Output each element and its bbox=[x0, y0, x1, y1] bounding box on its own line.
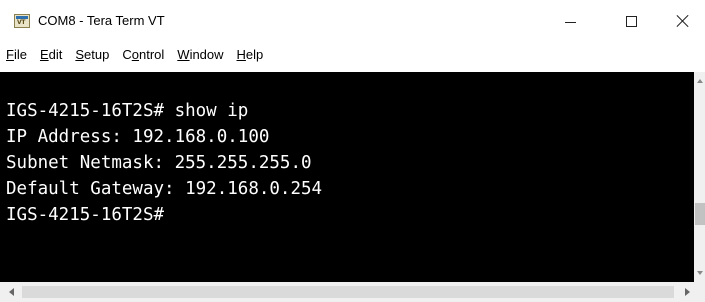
menu-control[interactable]: Control bbox=[122, 47, 164, 62]
terminal-line: Default Gateway: 192.168.0.254 bbox=[6, 179, 323, 199]
scroll-down-icon bbox=[696, 271, 703, 275]
terminal-prompt-line: IGS-4215-16T2S# bbox=[6, 205, 165, 225]
horizontal-scrollbar[interactable] bbox=[0, 282, 705, 302]
close-icon bbox=[677, 15, 689, 27]
menu-bar: File Edit Setup Control Window Help bbox=[0, 42, 705, 66]
scroll-left-button[interactable] bbox=[4, 282, 18, 302]
minimize-button[interactable] bbox=[547, 0, 593, 42]
title-bar[interactable]: VT COM8 - Tera Term VT bbox=[0, 0, 705, 42]
scroll-left-icon bbox=[8, 288, 14, 296]
menu-window[interactable]: Window bbox=[177, 47, 223, 62]
tera-term-icon[interactable]: VT bbox=[14, 14, 30, 28]
scroll-up-button[interactable] bbox=[694, 76, 705, 86]
horizontal-scroll-thumb[interactable] bbox=[22, 286, 674, 298]
maximize-button[interactable] bbox=[608, 0, 654, 42]
tera-term-window: VT COM8 - Tera Term VT File Edit Setup C… bbox=[0, 0, 705, 302]
vertical-scroll-thumb[interactable] bbox=[695, 203, 705, 225]
close-button[interactable] bbox=[660, 0, 705, 42]
menu-help[interactable]: Help bbox=[237, 47, 264, 62]
terminal-screen[interactable]: IGS-4215-16T2S# show ip IP Address: 192.… bbox=[0, 72, 694, 282]
terminal-line: IP Address: 192.168.0.100 bbox=[6, 127, 270, 147]
scroll-right-icon bbox=[684, 288, 690, 296]
terminal-output: IGS-4215-16T2S# show ip IP Address: 192.… bbox=[6, 98, 322, 228]
menu-file[interactable]: File bbox=[6, 47, 27, 62]
window-title: COM8 - Tera Term VT bbox=[38, 13, 165, 28]
scroll-down-button[interactable] bbox=[694, 268, 705, 278]
menu-setup[interactable]: Setup bbox=[75, 47, 109, 62]
maximize-icon bbox=[625, 15, 637, 27]
menu-edit[interactable]: Edit bbox=[40, 47, 62, 62]
scroll-right-button[interactable] bbox=[680, 282, 694, 302]
scroll-up-icon bbox=[696, 79, 703, 83]
vertical-scrollbar[interactable] bbox=[694, 72, 705, 282]
minimize-icon bbox=[564, 21, 576, 23]
terminal-line: IGS-4215-16T2S# show ip bbox=[6, 101, 249, 121]
terminal-line: Subnet Netmask: 255.255.255.0 bbox=[6, 153, 312, 173]
